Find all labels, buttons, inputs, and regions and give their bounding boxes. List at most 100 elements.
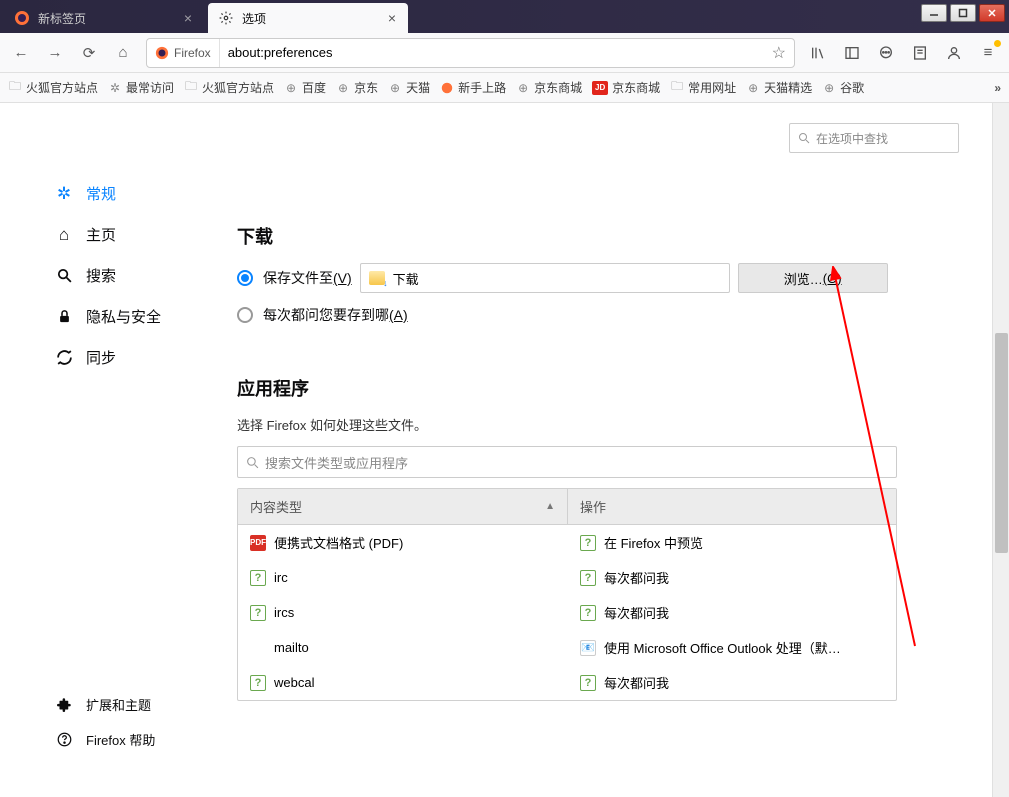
sidebar-item-privacy[interactable]: 隐私与安全 bbox=[0, 296, 237, 337]
bookmarks-toolbar: 🗀火狐官方站点 ✲最常访问 🗀火狐官方站点 ⊕百度 ⊕京东 ⊕天猫 新手上路 ⊕… bbox=[0, 73, 1009, 103]
table-row[interactable]: ?ircs ?每次都问我 bbox=[238, 595, 896, 630]
table-header: 内容类型 ▲ 操作 bbox=[238, 489, 896, 525]
question-icon: ? bbox=[580, 675, 596, 691]
bookmarks-overflow-button[interactable]: » bbox=[994, 81, 1001, 95]
maximize-button[interactable] bbox=[950, 4, 976, 22]
notification-dot bbox=[994, 40, 1001, 47]
preferences-search-input[interactable]: 在选项中查找 bbox=[789, 123, 959, 153]
sidebar-item-home[interactable]: ⌂ 主页 bbox=[0, 214, 237, 255]
sidebar-item-search[interactable]: 搜索 bbox=[0, 255, 237, 296]
library-button[interactable] bbox=[803, 38, 833, 68]
scrollbar-thumb[interactable] bbox=[995, 333, 1008, 553]
download-save-row: 保存文件至(V) 下载 浏览…(O) bbox=[237, 263, 959, 293]
gear-favicon bbox=[218, 10, 234, 26]
question-icon: ? bbox=[580, 570, 596, 586]
menu-button[interactable]: ≡ bbox=[973, 38, 1003, 68]
search-icon bbox=[798, 132, 810, 144]
url-bar[interactable]: Firefox ☆ bbox=[146, 38, 795, 68]
bookmark-item[interactable]: ⊕京东 bbox=[336, 79, 378, 96]
firefox-icon bbox=[155, 46, 169, 60]
reload-button[interactable]: ⟳ bbox=[74, 38, 104, 68]
preferences-sidebar: ✲ 常规 ⌂ 主页 搜索 隐私与安全 同步 扩展和主题 Firefox 帮助 bbox=[0, 103, 237, 797]
sync-icon bbox=[54, 349, 74, 366]
question-icon: ? bbox=[580, 605, 596, 621]
chat-icon[interactable] bbox=[871, 38, 901, 68]
download-folder-icon bbox=[369, 271, 385, 285]
question-icon: ? bbox=[250, 570, 266, 586]
gear-icon: ✲ bbox=[54, 184, 74, 204]
bookmark-star-button[interactable]: ☆ bbox=[764, 43, 794, 63]
radio-label: 每次都问您要存到哪(A) bbox=[263, 305, 408, 325]
sidebar-item-extensions[interactable]: 扩展和主题 bbox=[0, 687, 237, 722]
bookmark-item[interactable]: ⊕谷歌 bbox=[822, 79, 864, 96]
search-icon bbox=[54, 267, 74, 284]
download-ask-row: 每次都问您要存到哪(A) bbox=[237, 305, 959, 325]
applications-table: 内容类型 ▲ 操作 PDF便携式文档格式 (PDF) ?在 Firefox 中预… bbox=[237, 488, 897, 701]
outlook-icon: 📧 bbox=[580, 640, 596, 656]
folder-icon: 🗀 bbox=[184, 81, 198, 95]
tab-close-button[interactable]: × bbox=[384, 10, 400, 26]
sidebar-item-label: 常规 bbox=[86, 183, 116, 204]
puzzle-icon bbox=[54, 697, 74, 712]
table-row[interactable]: ?irc ?每次都问我 bbox=[238, 560, 896, 595]
bookmark-item[interactable]: ⊕京东商城 bbox=[516, 79, 582, 96]
bookmark-item[interactable]: ⊕天猫 bbox=[388, 79, 430, 96]
radio-label: 保存文件至(V) bbox=[263, 268, 352, 288]
bookmark-item[interactable]: 新手上路 bbox=[440, 79, 506, 96]
column-header-type[interactable]: 内容类型 ▲ bbox=[238, 489, 568, 524]
browser-tab-active[interactable]: 选项 × bbox=[208, 3, 408, 33]
site-identity[interactable]: Firefox bbox=[147, 39, 220, 67]
minimize-button[interactable] bbox=[921, 4, 947, 22]
sidebar-item-label: Firefox 帮助 bbox=[86, 730, 155, 749]
radio-save-to[interactable] bbox=[237, 270, 253, 286]
bookmark-item[interactable]: JD京东商城 bbox=[592, 79, 660, 96]
table-row[interactable]: mailto 📧使用 Microsoft Office Outlook 处理（默… bbox=[238, 630, 896, 665]
bookmark-item[interactable]: 🗀火狐官方站点 bbox=[8, 79, 98, 96]
table-row[interactable]: PDF便携式文档格式 (PDF) ?在 Firefox 中预览 bbox=[238, 525, 896, 560]
preferences-main: 在选项中查找 下载 保存文件至(V) 下载 浏览…(O) 每次都问您要存到哪(A… bbox=[237, 103, 1009, 797]
sidebar-item-sync[interactable]: 同步 bbox=[0, 337, 237, 378]
lock-icon bbox=[54, 308, 74, 325]
bookmark-item[interactable]: ⊕百度 bbox=[284, 79, 326, 96]
applications-search-input[interactable]: 搜索文件类型或应用程序 bbox=[237, 446, 897, 478]
globe-icon: ⊕ bbox=[388, 81, 402, 95]
bookmark-item[interactable]: 🗀常用网址 bbox=[670, 79, 736, 96]
folder-icon: 🗀 bbox=[8, 81, 22, 95]
download-path-field[interactable]: 下载 bbox=[360, 263, 730, 293]
column-header-action[interactable]: 操作 bbox=[568, 489, 896, 524]
home-button[interactable]: ⌂ bbox=[108, 38, 138, 68]
browser-tab-inactive[interactable]: 新标签页 × bbox=[4, 3, 204, 33]
globe-icon: ⊕ bbox=[746, 81, 760, 95]
search-placeholder: 搜索文件类型或应用程序 bbox=[265, 453, 408, 472]
tab-title: 选项 bbox=[242, 10, 266, 27]
account-button[interactable] bbox=[939, 38, 969, 68]
sidebar-toggle-button[interactable] bbox=[837, 38, 867, 68]
forward-button[interactable]: → bbox=[40, 38, 70, 68]
sidebar-item-help[interactable]: Firefox 帮助 bbox=[0, 722, 237, 757]
url-input[interactable] bbox=[220, 39, 764, 67]
question-icon: ? bbox=[250, 675, 266, 691]
tab-title: 新标签页 bbox=[38, 10, 86, 27]
sort-indicator-icon: ▲ bbox=[545, 501, 555, 512]
bookmark-item[interactable]: ⊕天猫精选 bbox=[746, 79, 812, 96]
table-row[interactable]: ?webcal ?每次都问我 bbox=[238, 665, 896, 700]
sidebar-footer: 扩展和主题 Firefox 帮助 bbox=[0, 687, 237, 757]
sidebar-item-label: 扩展和主题 bbox=[86, 695, 151, 714]
close-window-button[interactable] bbox=[979, 4, 1005, 22]
firefox-favicon bbox=[14, 10, 30, 26]
back-button[interactable]: ← bbox=[6, 38, 36, 68]
bookmark-item[interactable]: ✲最常访问 bbox=[108, 79, 174, 96]
globe-icon: ⊕ bbox=[336, 81, 350, 95]
bookmark-item[interactable]: 🗀火狐官方站点 bbox=[184, 79, 274, 96]
sidebar-item-label: 搜索 bbox=[86, 265, 116, 286]
sidebar-item-label: 隐私与安全 bbox=[86, 306, 161, 327]
identity-label: Firefox bbox=[174, 46, 211, 60]
search-icon bbox=[246, 456, 259, 469]
sidebar-item-general[interactable]: ✲ 常规 bbox=[0, 173, 237, 214]
reader-icon[interactable] bbox=[905, 38, 935, 68]
vertical-scrollbar[interactable] bbox=[992, 103, 1009, 797]
browse-button[interactable]: 浏览…(O) bbox=[738, 263, 888, 293]
radio-always-ask[interactable] bbox=[237, 307, 253, 323]
tab-close-button[interactable]: × bbox=[180, 10, 196, 26]
gear-icon: ✲ bbox=[108, 81, 122, 95]
